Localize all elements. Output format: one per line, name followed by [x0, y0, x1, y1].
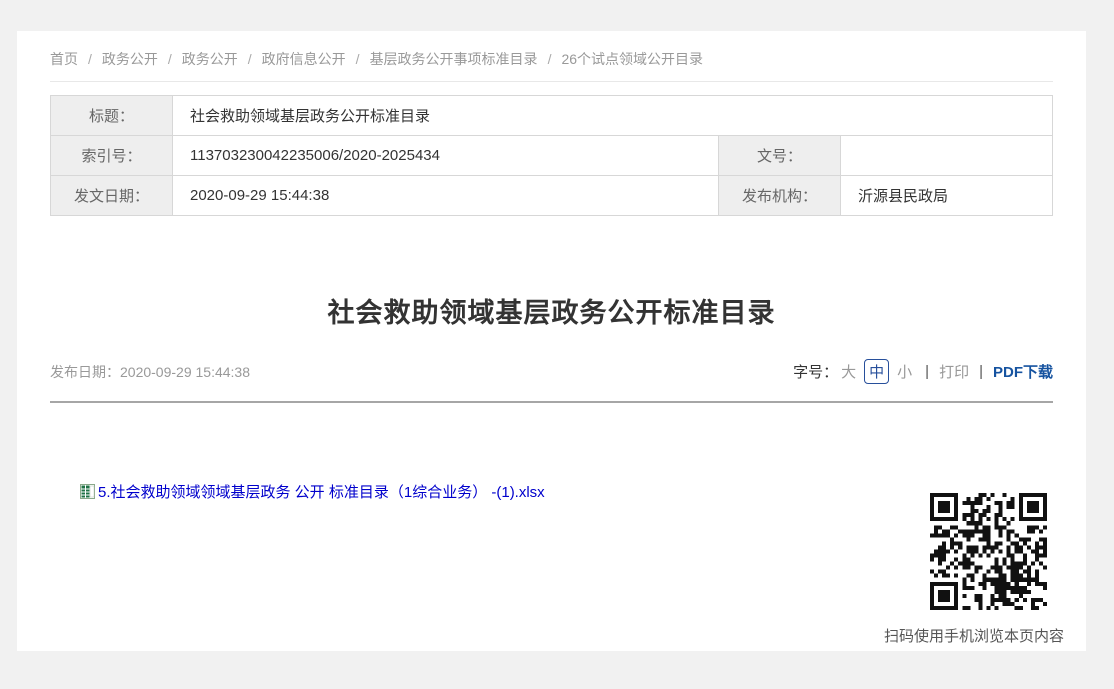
meta-docnum-label: 文号：: [719, 136, 841, 176]
meta-date-value: 2020-09-29 15:44:38: [173, 176, 719, 216]
content-card: 首页 / 政务公开 / 政务公开 / 政府信息公开 / 基层政务公开事项标准目录 / 26个试点领域…: [17, 31, 1086, 651]
breadcrumb-separator: /: [356, 51, 360, 67]
qr-caption: 扫码使用手机浏览本页内容: [852, 625, 1064, 646]
breadcrumb-zwgk-2[interactable]: 政务公开: [182, 51, 238, 67]
meta-agency-value: 沂源县民政局: [841, 176, 1053, 216]
breadcrumb: 首页 / 政务公开 / 政务公开 / 政府信息公开 / 基层政务公开事项标准目录 / 26个试点领域…: [50, 31, 1053, 82]
attachment-link[interactable]: 5.社会救助领域领域基层政务 公开 标准目录（1综合业务） -(1).xlsx: [98, 484, 545, 501]
meta-title-label: 标题：: [51, 96, 173, 136]
info-bar: 发布日期：2020-09-29 15:44:38 字号： 大 中 小 | 打印 …: [50, 359, 1053, 384]
meta-date-label: 发文日期：: [51, 176, 173, 216]
publish-date: 发布日期：2020-09-29 15:44:38: [50, 362, 250, 382]
breadcrumb-zwgk-1[interactable]: 政务公开: [102, 51, 158, 67]
breadcrumb-home[interactable]: 首页: [50, 51, 78, 67]
document-meta-table: 标题： 社会救助领域基层政务公开标准目录 索引号： 11370323004223…: [50, 95, 1053, 216]
breadcrumb-separator: /: [168, 51, 172, 67]
breadcrumb-separator: /: [88, 51, 92, 67]
meta-title-value: 社会救助领域基层政务公开标准目录: [173, 96, 1053, 136]
pdf-download-button[interactable]: PDF下载: [993, 361, 1053, 382]
table-row: 发文日期： 2020-09-29 15:44:38 发布机构： 沂源县民政局: [51, 176, 1053, 216]
qr-block: 扫码使用手机浏览本页内容: [852, 492, 1064, 646]
content-divider: [50, 401, 1053, 403]
table-row: 索引号： 113703230042235006/2020-2025434 文号：: [51, 136, 1053, 176]
breadcrumb-info-disclosure[interactable]: 政府信息公开: [262, 51, 346, 67]
meta-agency-label: 发布机构：: [719, 176, 841, 216]
page-title: 社会救助领域基层政务公开标准目录: [50, 291, 1053, 330]
breadcrumb-pilot-catalog[interactable]: 26个试点领域公开目录: [561, 51, 703, 67]
meta-index-value: 113703230042235006/2020-2025434: [173, 136, 719, 176]
meta-docnum-value: [841, 136, 1053, 176]
meta-index-label: 索引号：: [51, 136, 173, 176]
breadcrumb-separator: /: [248, 51, 252, 67]
fontsize-label: 字号：: [793, 361, 838, 382]
toolbar-divider: |: [925, 363, 929, 380]
fontsize-small-button[interactable]: 小: [897, 361, 912, 382]
toolbar: 字号： 大 中 小 | 打印 | PDF下载: [793, 359, 1053, 384]
print-button[interactable]: 打印: [939, 361, 969, 382]
toolbar-divider: |: [979, 363, 983, 380]
fontsize-medium-button[interactable]: 中: [864, 359, 889, 384]
breadcrumb-standard-catalog[interactable]: 基层政务公开事项标准目录: [370, 51, 538, 67]
qr-code: [930, 492, 1047, 611]
excel-file-icon: [80, 484, 95, 505]
fontsize-large-button[interactable]: 大: [841, 361, 856, 382]
table-row: 标题： 社会救助领域基层政务公开标准目录: [51, 96, 1053, 136]
breadcrumb-separator: /: [548, 51, 552, 67]
